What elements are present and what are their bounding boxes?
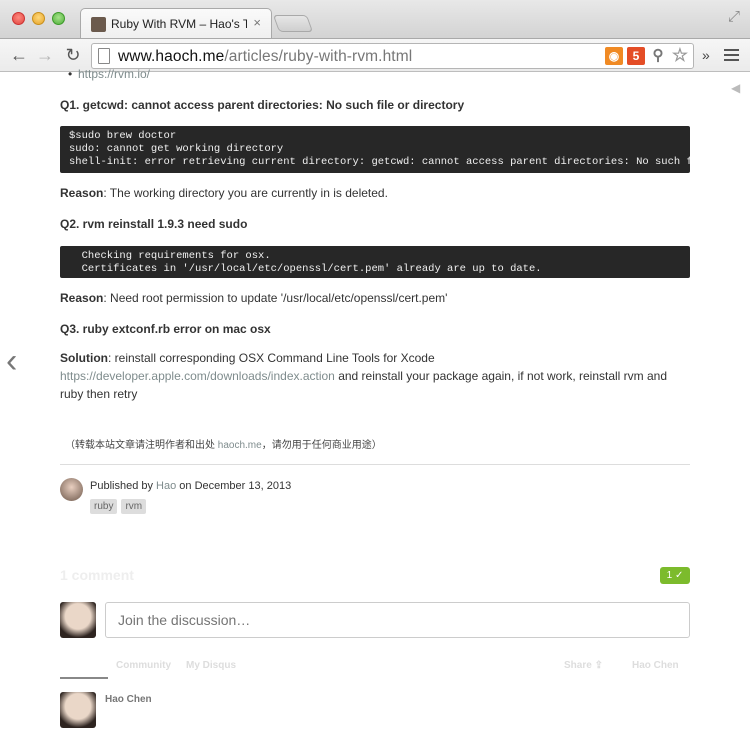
q3-heading: Q3. ruby extconf.rb error on mac osx (60, 322, 271, 336)
author-avatar[interactable] (60, 478, 83, 501)
address-bar[interactable]: www.haoch.me/articles/ruby-with-rvm.html… (91, 43, 694, 69)
q1-heading: Q1. getcwd: cannot access parent directo… (60, 98, 465, 112)
note-suffix: ，请勿用于任何商业用途） (261, 440, 382, 451)
rvm-link[interactable]: https://rvm.io/ (68, 67, 150, 81)
html5-icon[interactable]: 5 (627, 47, 645, 65)
tab-title: Ruby With RVM – Hao's Th (111, 17, 247, 31)
code-line: sudo: cannot get working directory (69, 143, 284, 155)
active-tab-underline (60, 677, 108, 679)
note-prefix: （转载本站文章请注明作者和出处 (65, 440, 218, 451)
disqus-user[interactable]: Hao Chen (632, 660, 679, 671)
next-article-arrow-icon[interactable]: ◀ (731, 81, 740, 95)
comment-count: 1 comment (60, 567, 134, 583)
solution-text: : reinstall corresponding OSX Command Li… (108, 351, 435, 365)
q3-solution: Solution: reinstall corresponding OSX Co… (60, 349, 692, 403)
reason-label: Reason (60, 186, 104, 200)
forward-button[interactable]: → (34, 44, 56, 66)
extensions-overflow-icon[interactable]: » (702, 47, 710, 63)
reason-label: Reason (60, 291, 104, 305)
maximize-window-button[interactable] (52, 12, 65, 25)
tab-close-icon[interactable]: × (253, 16, 261, 29)
divider (60, 464, 690, 465)
solution-label: Solution (60, 351, 108, 365)
current-user-avatar[interactable] (60, 602, 96, 638)
code-line: shell-init: error retrieving current dir… (69, 156, 690, 168)
commenter-name[interactable]: Hao Chen (105, 694, 152, 705)
new-tab-button[interactable] (272, 15, 314, 32)
minimize-window-button[interactable] (32, 12, 45, 25)
q1-code-block: $sudo brew doctor sudo: cannot get workin… (60, 126, 690, 173)
reason-text: : Need root permission to update '/usr/l… (103, 291, 448, 305)
close-window-button[interactable] (12, 12, 25, 25)
q2-heading: Q2. rvm reinstall 1.9.3 need sudo (60, 217, 248, 231)
zoom-icon[interactable]: ⚲ (649, 47, 667, 65)
author-link[interactable]: Hao (156, 480, 176, 492)
url-text[interactable]: www.haoch.me/articles/ruby-with-rvm.html (118, 48, 412, 66)
menu-icon[interactable] (724, 49, 739, 64)
bookmark-star-icon[interactable]: ☆ (671, 46, 689, 65)
disqus-tabs: Community My Disqus Share ⇪ Hao Chen (60, 660, 690, 680)
tag-ruby[interactable]: ruby (90, 499, 118, 514)
back-button[interactable]: ← (8, 44, 30, 66)
favicon-icon (91, 17, 106, 32)
q2-code-block: Checking requirements for osx. Certifica… (60, 246, 690, 278)
code-line: Certificates in '/usr/local/etc/openssl/… (69, 263, 542, 275)
fullscreen-icon[interactable]: ⤢ (728, 8, 740, 25)
share-button[interactable]: Share ⇪ (564, 660, 603, 671)
commenter-avatar[interactable] (60, 692, 96, 728)
page-icon (98, 48, 110, 64)
published-info: Published by Hao on December 13, 2013 (90, 480, 291, 492)
url-path: /articles/ruby-with-rvm.html (224, 48, 413, 65)
code-line: $sudo brew doctor (69, 130, 177, 142)
comment-input[interactable] (105, 602, 690, 638)
tag-list: ruby rvm (90, 499, 147, 514)
reason-text: : The working directory you are currentl… (103, 186, 388, 200)
apple-downloads-link[interactable]: https://developer.apple.com/downloads/in… (60, 369, 335, 383)
tab-my-disqus[interactable]: My Disqus (186, 660, 236, 671)
published-by-label: Published by (90, 480, 157, 492)
rss-icon[interactable]: ◉ (605, 47, 623, 65)
previous-article-arrow-icon[interactable]: ‹ (6, 344, 17, 378)
reload-button[interactable]: ↻ (62, 44, 84, 66)
haoch-link[interactable]: haoch.me (218, 440, 262, 451)
recommend-badge[interactable]: 1 ✓ (660, 567, 690, 584)
q2-reason: Reason: Need root permission to update '… (60, 289, 692, 307)
publish-date: on December 13, 2013 (176, 480, 292, 492)
code-line: Checking requirements for osx. (69, 250, 271, 262)
browser-tab[interactable]: Ruby With RVM – Hao's Th × (80, 8, 272, 39)
tab-community[interactable]: Community (116, 660, 171, 671)
copyright-note: （转载本站文章请注明作者和出处 haoch.me，请勿用于任何商业用途） (65, 436, 382, 451)
url-host: www.haoch.me (118, 48, 225, 65)
q1-reason: Reason: The working directory you are cu… (60, 184, 692, 202)
page-content: ‹ ◀ https://rvm.io/ Q1. getcwd: cannot a… (0, 67, 750, 742)
tag-rvm[interactable]: rvm (121, 499, 147, 514)
window-titlebar: Ruby With RVM – Hao's Th × ⤢ (0, 0, 750, 39)
